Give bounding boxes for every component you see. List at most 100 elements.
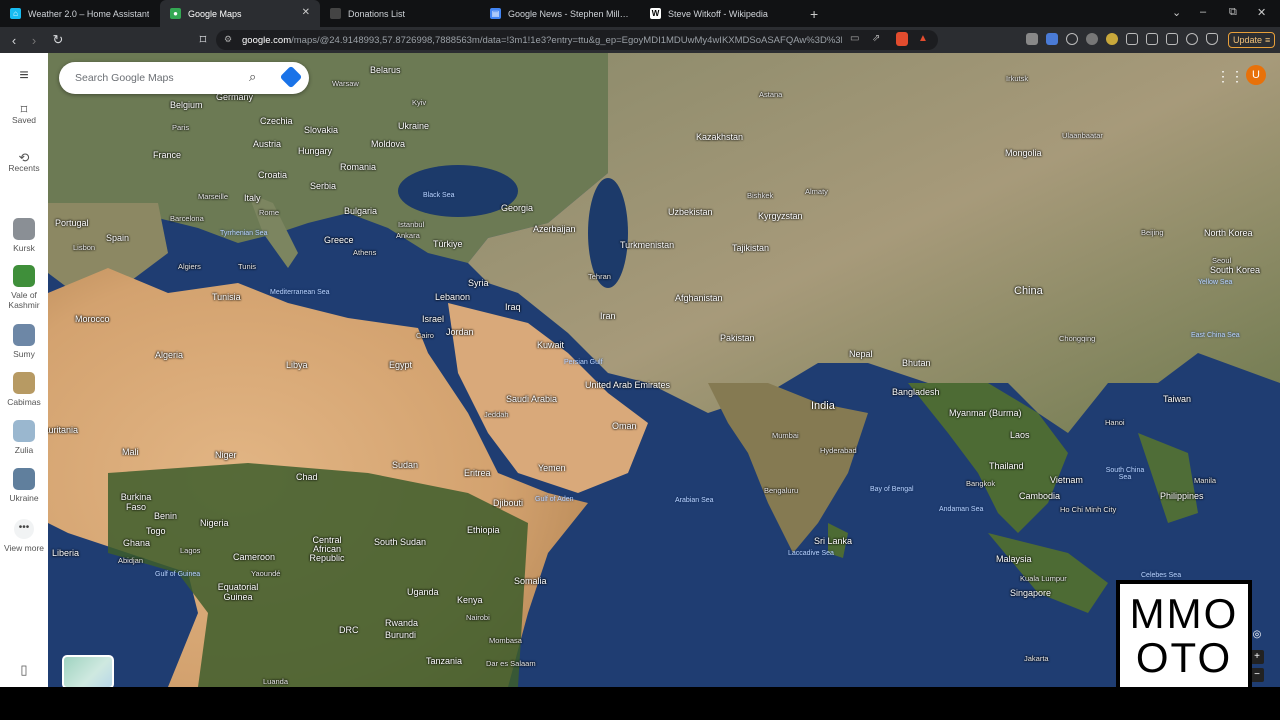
address-bar[interactable]: ⚙ google.com/maps/@24.9148993,57.8726998… xyxy=(216,30,938,50)
vpn-shield-icon[interactable] xyxy=(1206,33,1218,45)
country-label: Hungary xyxy=(298,146,333,156)
bookmark-icon: ⌑ xyxy=(20,102,28,117)
wallet-icon[interactable] xyxy=(1106,33,1118,45)
home-assistant-icon: ⌂ xyxy=(10,8,21,19)
my-location-icon[interactable]: ◎ xyxy=(1250,628,1264,642)
new-tab-button[interactable]: + xyxy=(810,6,818,22)
url-text[interactable]: google.com/maps/@24.9148993,57.8726998,7… xyxy=(242,35,842,46)
search-input[interactable]: Search Google Maps xyxy=(75,72,174,84)
country-label: Ghana xyxy=(123,538,151,548)
city-label: Manila xyxy=(1194,476,1217,485)
country-label: Singapore xyxy=(1010,588,1052,598)
translate-icon[interactable] xyxy=(1046,33,1058,45)
sea-label: East China Sea xyxy=(1191,332,1240,339)
share-icon[interactable]: ⇗ xyxy=(872,33,880,44)
minimize-button[interactable]: – xyxy=(1200,6,1206,18)
country-label: Mongolia xyxy=(1005,148,1042,158)
google-apps-icon[interactable]: ⋮⋮ xyxy=(1216,68,1244,85)
country-label: Myanmar (Burma) xyxy=(949,408,1022,418)
check-icon[interactable] xyxy=(1066,33,1078,45)
update-label: Update xyxy=(1233,35,1263,45)
close-tab-icon[interactable]: ✕ xyxy=(302,7,310,18)
recent-place-sumy[interactable]: Sumy xyxy=(0,324,48,359)
view-more-button[interactable]: ••• View more xyxy=(0,519,48,553)
city-label: Chongqing xyxy=(1059,334,1096,343)
restore-button[interactable]: ⧉ xyxy=(1229,6,1237,19)
country-label: China xyxy=(1014,285,1043,297)
city-label: Ankara xyxy=(396,231,420,240)
country-label: Jordan xyxy=(446,327,474,337)
ai-sparkle-icon[interactable] xyxy=(1186,33,1198,45)
back-button[interactable]: ‹ xyxy=(4,33,24,48)
country-label: Portugal xyxy=(55,218,89,228)
menu-icon[interactable]: ≡ xyxy=(0,68,48,84)
puzzle-icon[interactable] xyxy=(1126,33,1138,45)
cast-icon[interactable]: ▭ xyxy=(850,33,859,44)
country-label: Pakistan xyxy=(720,333,755,343)
tab-wikipedia[interactable]: W Steve Witkoff - Wikipedia xyxy=(640,0,800,27)
recents-button[interactable]: ⟲ Recents xyxy=(0,151,48,173)
country-label: Tanzania xyxy=(426,656,463,666)
place-thumbnail xyxy=(13,265,35,287)
country-label: Croatia xyxy=(258,170,288,180)
zoom-out-button[interactable]: − xyxy=(1250,668,1264,682)
sea-label: Gulf of Aden xyxy=(535,496,574,503)
country-label: Kazakhstan xyxy=(696,132,744,142)
country-label: Türkiye xyxy=(433,239,463,249)
city-label: Cairo xyxy=(416,331,434,340)
country-label: Bhutan xyxy=(902,358,931,368)
close-window-button[interactable]: ✕ xyxy=(1257,6,1266,19)
country-label: Kyrgyzstan xyxy=(758,211,803,221)
saved-button[interactable]: ⌑ Saved xyxy=(0,102,48,125)
directions-icon[interactable] xyxy=(279,65,303,89)
watermark-logo: MMO OTO xyxy=(1116,580,1252,692)
bookmark-icon[interactable]: ⌑ xyxy=(193,32,213,48)
recent-place-kursk[interactable]: Kursk xyxy=(0,218,48,253)
country-label: Israel xyxy=(422,314,445,324)
layers-toggle[interactable] xyxy=(62,655,114,687)
get-app-phone-icon[interactable]: ▯ xyxy=(0,663,48,676)
site-info-icon[interactable]: ⚙ xyxy=(224,34,232,45)
tab-home-assistant[interactable]: ⌂ Weather 2.0 – Home Assistant xyxy=(0,0,160,27)
country-label: Togo xyxy=(146,526,166,536)
more-icon: ••• xyxy=(14,519,34,539)
rewards-icon[interactable]: ▲ xyxy=(918,33,928,44)
city-label: Ho Chi Minh City xyxy=(1060,505,1117,514)
country-label: Austria xyxy=(253,139,282,149)
tab-search-chevron-icon[interactable]: ⌄ xyxy=(1172,6,1181,19)
country-label: Sudan xyxy=(392,460,419,470)
watermark-text: OTO xyxy=(1135,634,1233,681)
brave-shields-icon[interactable] xyxy=(896,32,908,46)
country-label: Chad xyxy=(296,472,318,482)
settings-icon[interactable] xyxy=(1086,33,1098,45)
country-label: Syria xyxy=(468,278,489,288)
city-label: Bishkek xyxy=(747,191,774,200)
sidebar-icon[interactable] xyxy=(1146,33,1158,45)
forward-button[interactable]: › xyxy=(24,33,44,48)
recent-place-cabimas[interactable]: Cabimas xyxy=(0,372,48,407)
tab-google-maps[interactable]: ● Google Maps ✕ xyxy=(160,0,320,27)
reload-button[interactable]: ↻ xyxy=(48,32,68,48)
country-label: United Arab Emirates xyxy=(585,380,671,390)
map-canvas[interactable]: Belarus Germany Belgium Czechia Slovakia… xyxy=(48,53,1280,687)
page-icon xyxy=(330,8,341,19)
city-label: Bangkok xyxy=(966,479,996,488)
update-button[interactable]: Update ≡ xyxy=(1228,32,1276,48)
extension-icon[interactable] xyxy=(1026,33,1038,45)
avatar[interactable]: U xyxy=(1246,65,1266,85)
wallet-outline-icon[interactable] xyxy=(1166,33,1178,45)
recent-place-vale-of-kashmir[interactable]: Vale of Kashmir xyxy=(0,265,48,310)
place-thumbnail xyxy=(13,468,35,490)
recent-place-ukraine[interactable]: Ukraine xyxy=(0,468,48,503)
tab-google-news[interactable]: ▤ Google News - Stephen Miller - Lat xyxy=(480,0,640,27)
saved-label: Saved xyxy=(11,115,37,125)
city-label: Yaoundé xyxy=(251,569,281,578)
country-label: Ethiopia xyxy=(467,525,500,535)
recent-place-zulia[interactable]: Zulia xyxy=(0,420,48,455)
country-label: Philippines xyxy=(1160,491,1204,501)
search-box[interactable]: Search Google Maps ⌕ xyxy=(59,62,309,94)
city-label: Rome xyxy=(259,208,280,217)
zoom-in-button[interactable]: + xyxy=(1250,650,1264,664)
search-icon[interactable]: ⌕ xyxy=(249,69,256,85)
tab-donations-list[interactable]: Donations List xyxy=(320,0,480,27)
